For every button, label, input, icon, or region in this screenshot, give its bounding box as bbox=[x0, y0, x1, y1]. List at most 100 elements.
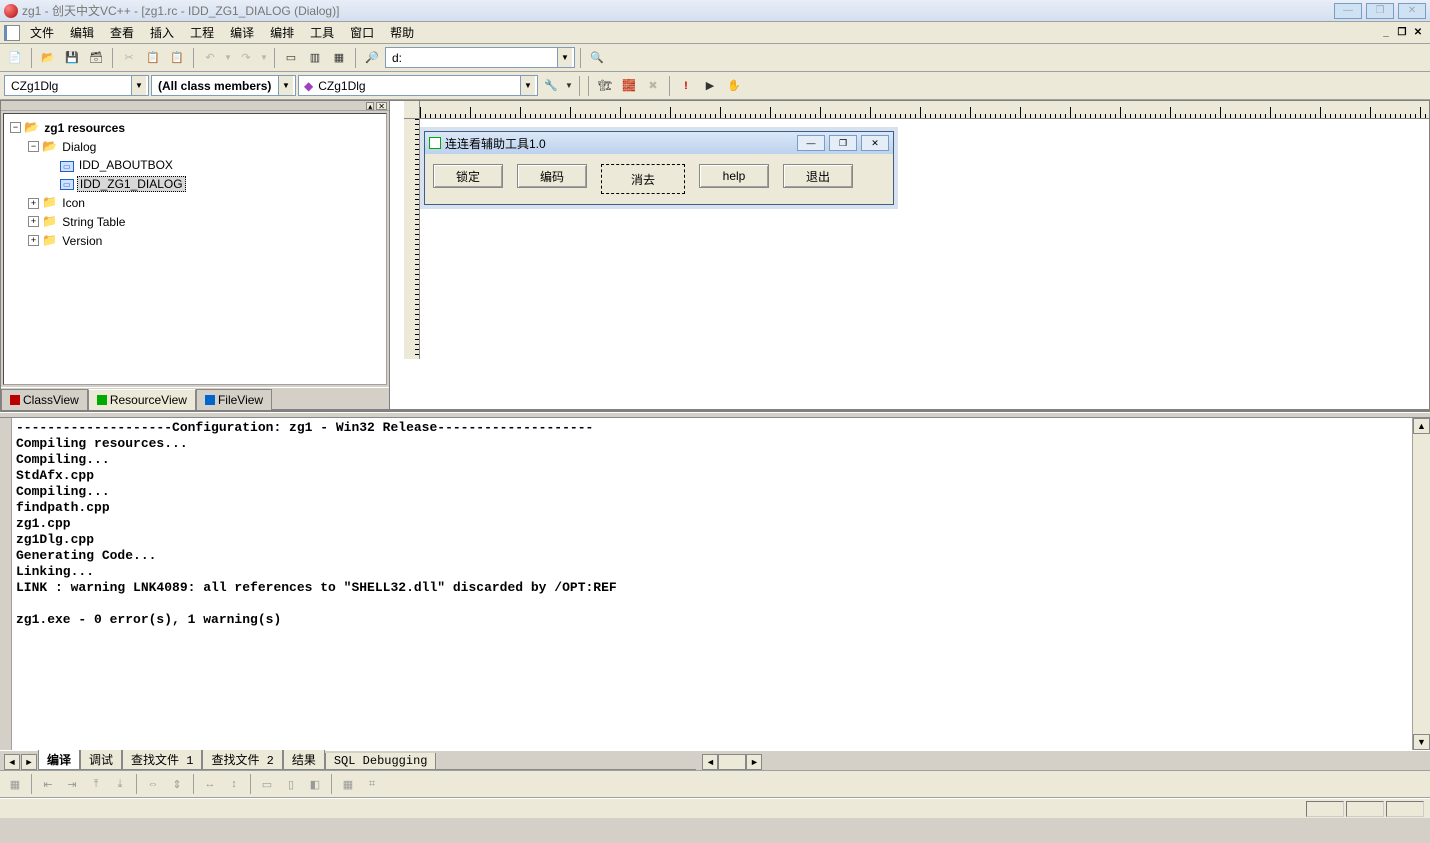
tree-root[interactable]: zg1 resources bbox=[42, 121, 127, 135]
stop-build-icon[interactable] bbox=[642, 75, 664, 97]
mock-close-icon[interactable]: ✕ bbox=[861, 135, 889, 151]
class-combo[interactable]: CZg1Dlg ▼ bbox=[4, 75, 149, 96]
output-tab-sql[interactable]: SQL Debugging bbox=[325, 753, 437, 770]
menu-edit[interactable]: 编辑 bbox=[62, 22, 102, 43]
mock-button-encode[interactable]: 编码 bbox=[517, 164, 587, 188]
scroll-down-icon[interactable]: ▼ bbox=[1413, 734, 1430, 750]
resource-tree[interactable]: − zg1 resources − Dialog + IDD_ABOUTBOX … bbox=[3, 113, 387, 385]
sidebar-dock-icon[interactable]: ▴ bbox=[366, 102, 374, 110]
align-left-icon[interactable]: ⇤ bbox=[37, 773, 59, 795]
filter-combo[interactable]: (All class members) ▼ bbox=[151, 75, 296, 96]
cut-icon[interactable] bbox=[118, 47, 140, 69]
tab-scroll-left-icon[interactable]: ◄ bbox=[4, 754, 20, 770]
expand-icon[interactable]: + bbox=[28, 216, 39, 227]
test-dialog-icon[interactable]: ▦ bbox=[4, 773, 26, 795]
mock-button-exit[interactable]: 退出 bbox=[783, 164, 853, 188]
menu-window[interactable]: 窗口 bbox=[342, 22, 382, 43]
chevron-down-icon[interactable]: ▼ bbox=[557, 48, 572, 67]
center-vert-icon[interactable]: ⇔ bbox=[142, 773, 164, 795]
compile-icon[interactable] bbox=[594, 75, 616, 97]
tab-fileview[interactable]: FileView bbox=[196, 389, 272, 410]
dialog-editor[interactable]: 连连看辅助工具1.0 — ❐ ✕ 锁定 编码 消去 help 退出 bbox=[390, 100, 1430, 410]
output-tab-build[interactable]: 编译 bbox=[38, 750, 80, 770]
go-icon[interactable]: ▶ bbox=[699, 75, 721, 97]
output-text[interactable]: --------------------Configuration: zg1 -… bbox=[12, 418, 1412, 750]
undo-icon[interactable] bbox=[199, 47, 221, 69]
member-combo[interactable]: CZg1Dlg ▼ bbox=[298, 75, 538, 96]
chevron-down-icon[interactable]: ▼ bbox=[131, 76, 146, 95]
scroll-thumb[interactable] bbox=[718, 754, 746, 770]
menu-insert[interactable]: 插入 bbox=[142, 22, 182, 43]
align-top-icon[interactable]: ⤒ bbox=[85, 773, 107, 795]
space-across-icon[interactable]: ↔ bbox=[199, 773, 221, 795]
output-icon[interactable] bbox=[304, 47, 326, 69]
minimize-button[interactable]: — bbox=[1334, 3, 1362, 19]
scroll-up-icon[interactable]: ▲ bbox=[1413, 418, 1430, 434]
paste-icon[interactable] bbox=[166, 47, 188, 69]
tab-classview[interactable]: ClassView bbox=[1, 389, 88, 410]
mdi-close[interactable]: ✕ bbox=[1410, 26, 1426, 40]
undo-drop-icon[interactable]: ▼ bbox=[223, 47, 233, 69]
menu-file[interactable]: 文件 bbox=[22, 22, 62, 43]
scroll-right-icon[interactable]: ► bbox=[746, 754, 762, 770]
maximize-button[interactable]: ❐ bbox=[1366, 3, 1394, 19]
output-vscroll[interactable]: ▲ ▼ bbox=[1412, 418, 1430, 750]
open-icon[interactable] bbox=[37, 47, 59, 69]
close-button[interactable]: ✕ bbox=[1398, 3, 1426, 19]
wizard-action-icon[interactable] bbox=[540, 75, 562, 97]
workspace-icon[interactable] bbox=[280, 47, 302, 69]
mock-dialog[interactable]: 连连看辅助工具1.0 — ❐ ✕ 锁定 编码 消去 help 退出 bbox=[424, 131, 894, 205]
tree-dialog[interactable]: Dialog bbox=[60, 140, 98, 154]
mdi-minimize[interactable]: _ bbox=[1378, 26, 1394, 40]
toggle-guides-icon[interactable]: ⌗ bbox=[361, 773, 383, 795]
output-tab-find1[interactable]: 查找文件 1 bbox=[122, 750, 202, 770]
wizard-drop-icon[interactable]: ▼ bbox=[564, 75, 574, 97]
mock-button-clear[interactable]: 消去 bbox=[601, 164, 685, 194]
execute-icon[interactable]: ! bbox=[675, 75, 697, 97]
align-right-icon[interactable]: ⇥ bbox=[61, 773, 83, 795]
find-in-files-icon[interactable] bbox=[361, 47, 383, 69]
output-tab-find2[interactable]: 查找文件 2 bbox=[202, 750, 282, 770]
mock-button-help[interactable]: help bbox=[699, 164, 769, 188]
mdi-restore[interactable]: ❐ bbox=[1394, 26, 1410, 40]
chevron-down-icon[interactable]: ▼ bbox=[278, 76, 293, 95]
tree-stringtable[interactable]: String Table bbox=[60, 215, 127, 229]
collapse-icon[interactable]: − bbox=[10, 122, 21, 133]
scroll-left-icon[interactable]: ◄ bbox=[702, 754, 718, 770]
new-icon[interactable] bbox=[4, 47, 26, 69]
menu-build[interactable]: 编译 bbox=[222, 22, 262, 43]
mock-button-lock[interactable]: 锁定 bbox=[433, 164, 503, 188]
tree-icon[interactable]: Icon bbox=[60, 196, 87, 210]
output-tab-debug[interactable]: 调试 bbox=[80, 750, 122, 770]
find-combo[interactable]: d: ▼ bbox=[385, 47, 575, 68]
output-hscroll[interactable]: ◄ ► bbox=[702, 754, 762, 770]
menu-view[interactable]: 查看 bbox=[102, 22, 142, 43]
expand-icon[interactable]: + bbox=[28, 198, 39, 209]
menu-layout[interactable]: 编排 bbox=[262, 22, 302, 43]
tree-zg1dialog[interactable]: IDD_ZG1_DIALOG bbox=[77, 176, 186, 192]
tree-version[interactable]: Version bbox=[60, 234, 104, 248]
chevron-down-icon[interactable]: ▼ bbox=[520, 76, 535, 95]
mock-minimize-icon[interactable]: — bbox=[797, 135, 825, 151]
tab-resourceview[interactable]: ResourceView bbox=[88, 389, 196, 410]
menu-help[interactable]: 帮助 bbox=[382, 22, 422, 43]
menu-project[interactable]: 工程 bbox=[182, 22, 222, 43]
search-icon[interactable] bbox=[586, 47, 608, 69]
toggle-grid-icon[interactable]: ▦ bbox=[337, 773, 359, 795]
space-down-icon[interactable]: ↕ bbox=[223, 773, 245, 795]
collapse-icon[interactable]: − bbox=[28, 141, 39, 152]
align-bottom-icon[interactable]: ⤓ bbox=[109, 773, 131, 795]
same-height-icon[interactable]: ▯ bbox=[280, 773, 302, 795]
save-icon[interactable] bbox=[61, 47, 83, 69]
break-icon[interactable] bbox=[723, 75, 745, 97]
same-width-icon[interactable]: ▭ bbox=[256, 773, 278, 795]
windowlist-icon[interactable] bbox=[328, 47, 350, 69]
same-size-icon[interactable]: ◧ bbox=[304, 773, 326, 795]
expand-icon[interactable]: + bbox=[28, 235, 39, 246]
tree-aboutbox[interactable]: IDD_ABOUTBOX bbox=[77, 158, 175, 172]
tab-scroll-right-icon[interactable]: ► bbox=[21, 754, 37, 770]
mock-maximize-icon[interactable]: ❐ bbox=[829, 135, 857, 151]
copy-icon[interactable] bbox=[142, 47, 164, 69]
sidebar-close-icon[interactable]: ✕ bbox=[376, 102, 387, 110]
redo-icon[interactable] bbox=[235, 47, 257, 69]
